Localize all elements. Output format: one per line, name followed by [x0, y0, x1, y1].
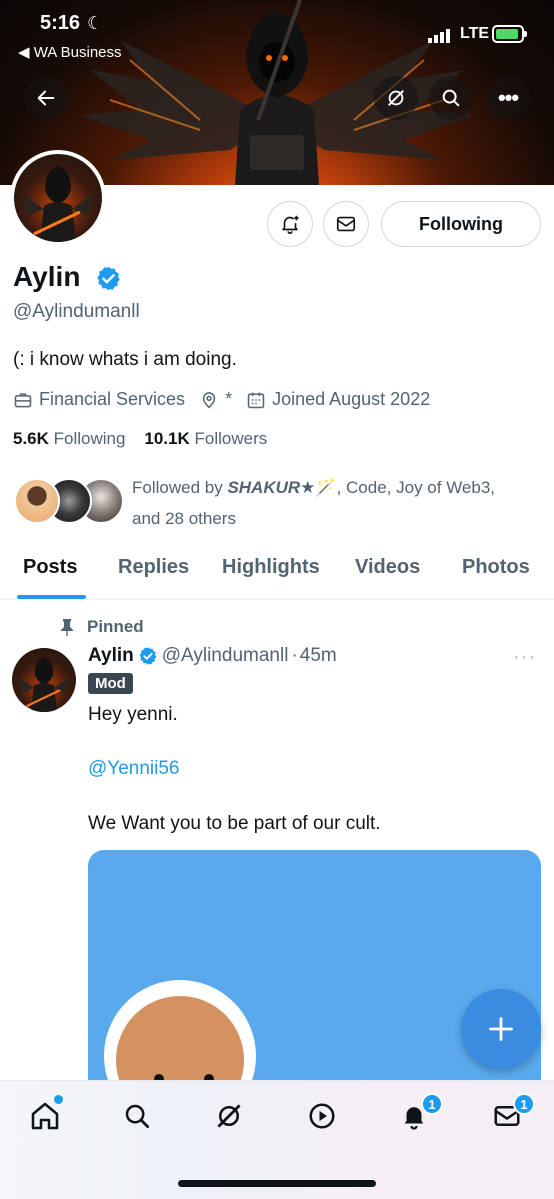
category-item: Financial Services — [13, 389, 185, 410]
signal-icon — [428, 29, 450, 43]
category-label: Financial Services — [39, 389, 186, 409]
home-indicator — [178, 1180, 376, 1187]
grok-icon — [217, 1104, 241, 1128]
follow-counts: 5.6K Following 10.1K Followers — [13, 429, 267, 449]
briefcase-icon — [14, 392, 32, 407]
more-options-button[interactable]: ••• — [486, 76, 530, 120]
joined-item: Joined August 2022 — [246, 389, 430, 410]
notifications-badge: 1 — [421, 1093, 443, 1115]
messages-badge: 1 — [513, 1093, 535, 1115]
post-text-line: Hey yenni. — [88, 704, 178, 725]
mod-badge: Mod — [88, 673, 133, 694]
back-to-app-link[interactable]: ◀ WA Business — [18, 43, 122, 61]
grok-button[interactable] — [374, 76, 418, 120]
location-label: * — [225, 389, 233, 409]
followed-by-others: and 28 others — [132, 509, 236, 528]
post-time[interactable]: 45m — [300, 645, 337, 667]
followers-label: Followers — [194, 429, 268, 448]
search-icon — [442, 89, 460, 107]
followed-by-name: SHAKUR★ — [227, 478, 316, 497]
nav-search-button[interactable] — [117, 1096, 157, 1136]
post-author-name[interactable]: Aylin — [88, 645, 134, 667]
home-unread-dot — [54, 1095, 63, 1104]
moon-icon: ☾ — [87, 13, 104, 33]
search-button[interactable] — [429, 76, 473, 120]
compose-post-button[interactable] — [461, 989, 541, 1069]
post-author-handle[interactable]: @Aylindumanll — [162, 645, 289, 667]
pinned-label: Pinned — [87, 617, 144, 636]
profile-tabs: Posts Replies Highlights Videos Photos — [0, 548, 554, 600]
avatar-image — [22, 166, 94, 242]
nav-grok-button[interactable] — [209, 1096, 249, 1136]
play-circle-icon — [309, 1103, 335, 1129]
calendar-icon — [247, 392, 265, 408]
followed-by-avatars[interactable] — [14, 478, 124, 526]
following-label: Following — [53, 429, 126, 448]
more-horizontal-icon: ••• — [497, 85, 519, 110]
profile-avatar[interactable] — [10, 150, 106, 246]
profile-name: Aylin — [13, 261, 81, 292]
back-button[interactable] — [24, 76, 68, 120]
tab-posts[interactable]: Posts — [23, 556, 77, 579]
search-icon — [125, 1104, 149, 1128]
grok-icon — [387, 89, 405, 107]
post-separator: · — [291, 645, 298, 666]
tab-replies[interactable]: Replies — [118, 556, 189, 579]
following-button[interactable]: Following — [381, 201, 541, 247]
battery-icon — [492, 25, 527, 43]
profile-meta: Financial Services * Joined August 2022 — [13, 389, 444, 410]
followed-by-text[interactable]: Followed by SHAKUR★🪄, Code, Joy of Web3,… — [132, 472, 542, 534]
followers-count: 10.1K — [144, 429, 190, 448]
active-tab-indicator — [17, 595, 86, 599]
post-header: Aylin @Aylindumanll · 45m — [88, 645, 337, 667]
post-author-avatar[interactable] — [12, 648, 76, 712]
post-text-line: We Want you to be part of our cult. — [88, 813, 381, 834]
post-media-image[interactable] — [88, 850, 541, 1100]
home-icon — [31, 1102, 59, 1130]
envelope-icon — [336, 216, 356, 232]
followed-by-prefix: Followed by — [132, 478, 228, 497]
bell-plus-icon — [282, 215, 299, 234]
wand-icon: 🪄 — [315, 478, 337, 497]
followers-link[interactable]: 10.1K Followers — [144, 429, 267, 448]
message-button[interactable] — [323, 201, 369, 247]
follower-avatar — [14, 478, 60, 524]
profile-bio: (: i know whats i am doing. — [13, 349, 237, 370]
tab-photos[interactable]: Photos — [462, 556, 530, 579]
following-link[interactable]: 5.6K Following — [13, 429, 125, 448]
post-mention-link[interactable]: @Yennii56 — [88, 758, 180, 780]
plus-icon — [489, 1017, 513, 1041]
arrow-left-icon — [37, 90, 55, 106]
following-count: 5.6K — [13, 429, 49, 448]
verified-badge-icon — [139, 647, 157, 665]
pinned-indicator: Pinned — [59, 617, 144, 637]
verified-badge-icon[interactable] — [95, 265, 122, 292]
joined-label: Joined August 2022 — [272, 389, 431, 409]
post-more-button[interactable]: ··· — [513, 646, 536, 669]
status-time: 5:16 — [40, 12, 81, 34]
pin-icon — [61, 619, 73, 636]
profile-handle: @Aylindumanll — [13, 301, 140, 322]
location-item: * — [199, 389, 232, 410]
followed-by-rest: , Code, Joy of Web3, — [336, 478, 496, 497]
network-type: LTE — [460, 25, 490, 42]
status-bar: 5:16 ☾ ◀ WA Business LTE — [0, 0, 554, 70]
notifications-toggle-button[interactable] — [267, 201, 313, 247]
nav-video-button[interactable] — [302, 1096, 342, 1136]
tab-videos[interactable]: Videos — [355, 556, 420, 579]
avatar-image — [17, 656, 71, 712]
location-pin-icon — [202, 391, 216, 409]
tab-highlights[interactable]: Highlights — [222, 556, 320, 579]
